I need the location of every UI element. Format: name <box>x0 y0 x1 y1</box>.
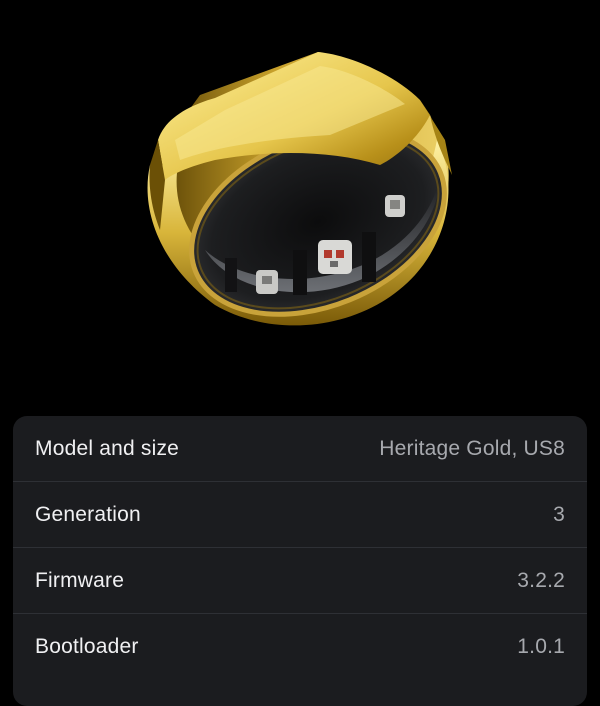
ring-illustration <box>147 52 452 326</box>
firmware-value: 3.2.2 <box>517 568 565 592</box>
generation-label: Generation <box>35 502 141 526</box>
generation-value: 3 <box>553 502 565 526</box>
detail-row-firmware: Firmware 3.2.2 <box>13 548 587 614</box>
detail-row-generation: Generation 3 <box>13 482 587 548</box>
firmware-label: Firmware <box>35 568 125 592</box>
bootloader-label: Bootloader <box>35 635 139 658</box>
detail-row-model: Model and size Heritage Gold, US8 <box>13 416 587 482</box>
bootloader-value: 1.0.1 <box>517 635 565 658</box>
ring-hero-image <box>0 0 600 410</box>
model-size-value: Heritage Gold, US8 <box>379 436 565 460</box>
model-size-label: Model and size <box>35 436 180 460</box>
ring-details-card: Model and size Heritage Gold, US8 Genera… <box>13 416 587 706</box>
detail-row-bootloader: Bootloader 1.0.1 <box>13 614 587 680</box>
